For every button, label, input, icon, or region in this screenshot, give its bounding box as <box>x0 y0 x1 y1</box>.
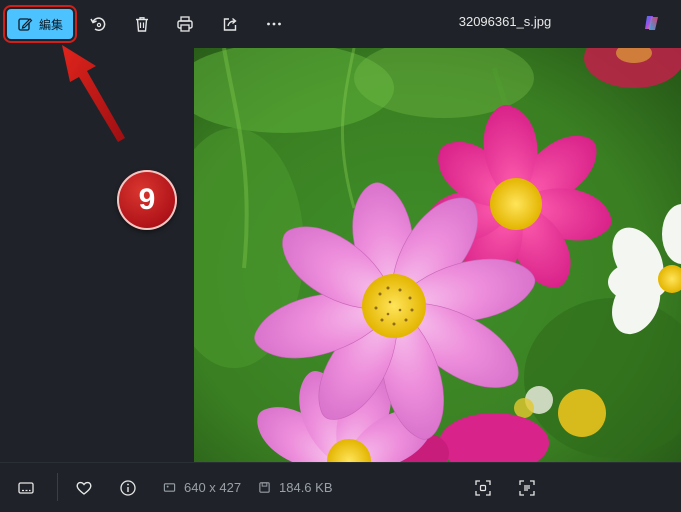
dimensions-text: 640 x 427 <box>184 480 242 495</box>
info-button[interactable] <box>118 478 138 498</box>
top-toolbar: 編集 32096361_s.jpg <box>0 0 681 48</box>
rotate-icon <box>90 17 106 31</box>
file-size: 184.6 KB <box>258 480 333 495</box>
heart-icon <box>76 481 92 495</box>
filmstrip-icon <box>18 482 34 494</box>
edit-button[interactable]: 編集 <box>7 9 73 39</box>
share-icon <box>223 17 237 31</box>
delete-icon <box>136 17 148 32</box>
actual-size-icon <box>519 480 535 496</box>
actual-size-button[interactable] <box>517 478 537 498</box>
delete-button[interactable] <box>130 12 154 36</box>
cosmos-flower-photo <box>194 48 681 462</box>
left-pane <box>0 48 194 462</box>
image-dimensions: 640 x 427 <box>163 480 241 495</box>
rotate-button[interactable] <box>86 12 110 36</box>
file-name: 32096361_s.jpg <box>458 14 552 29</box>
copilot-button[interactable] <box>641 12 663 34</box>
more-icon <box>267 22 281 26</box>
print-icon <box>177 16 193 32</box>
edit-button-label: 編集 <box>38 17 63 32</box>
divider <box>57 473 58 501</box>
share-button[interactable] <box>218 12 242 36</box>
more-button[interactable] <box>262 12 286 36</box>
print-button[interactable] <box>173 12 197 36</box>
step-number-badge: 9 <box>117 170 177 230</box>
favorite-button[interactable] <box>74 478 94 498</box>
disk-icon <box>259 482 270 493</box>
file-size-text: 184.6 KB <box>279 480 333 495</box>
photo-viewport[interactable] <box>194 48 681 462</box>
fit-window-icon <box>475 480 491 496</box>
bottom-bar: 640 x 427 184.6 KB <box>0 462 681 512</box>
fit-to-window-button[interactable] <box>473 478 493 498</box>
copilot-icon <box>645 16 658 30</box>
filmstrip-button[interactable] <box>16 478 36 498</box>
edit-icon <box>18 18 33 31</box>
dimensions-icon <box>163 483 176 492</box>
info-icon <box>120 480 136 496</box>
